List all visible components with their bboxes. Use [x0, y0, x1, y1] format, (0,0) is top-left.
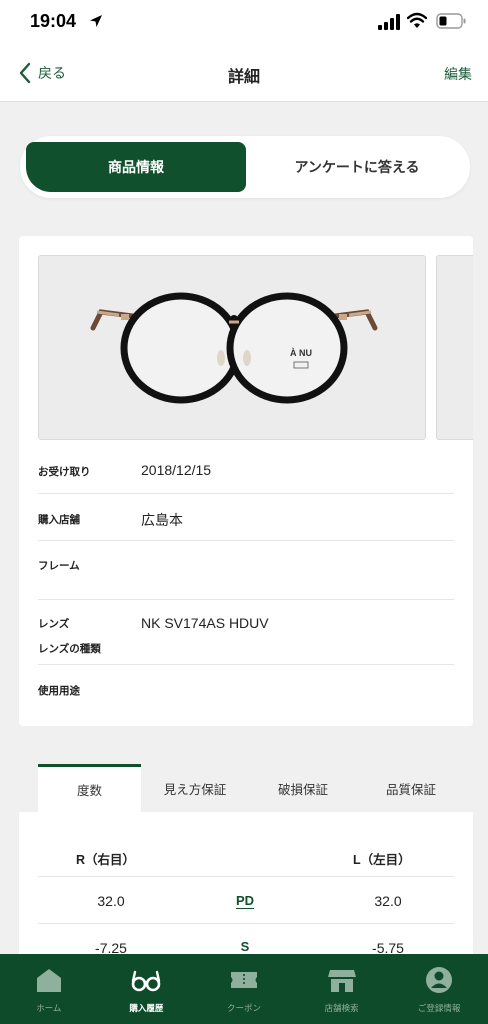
product-card: À NU お受け取り 2018/12/15 購入店舗 広島本 フレーム レンズ … [19, 236, 473, 726]
left-eye-header: L（左目） [353, 853, 411, 867]
segment-product-info[interactable]: 商品情報 [26, 142, 246, 192]
chevron-left-icon [19, 62, 31, 84]
row-label: フレーム [38, 560, 80, 572]
tab-bar-purchase-history[interactable]: 購入履歴 [98, 954, 196, 1024]
tab-damage-guarantee[interactable]: 破損保証 [249, 764, 357, 812]
glasses-icon [132, 970, 161, 992]
row-lens: レンズ NK SV174AS HDUV レンズの種類 [38, 600, 454, 665]
sphere-label: S [240, 939, 250, 954]
product-image-frame[interactable]: À NU [38, 255, 426, 440]
row-label: レンズ [38, 618, 70, 630]
next-image-frame[interactable] [436, 255, 473, 440]
tab-bar-registration[interactable]: ご登録情報 [390, 954, 488, 1024]
tab-vision-guarantee[interactable]: 見え方保証 [141, 764, 249, 812]
divider [38, 876, 454, 877]
wifi-icon [407, 12, 427, 28]
tab-bar-store-search[interactable]: 店舗検索 [293, 954, 391, 1024]
person-icon [426, 967, 453, 993]
divider [38, 923, 454, 924]
row-value: 2018/12/15 [141, 462, 212, 478]
home-icon [36, 969, 61, 992]
row-frame: フレーム [38, 541, 454, 600]
edit-button[interactable]: 編集 [444, 64, 472, 84]
bottom-tab-bar: ホーム 購入履歴 クーポン 店舗検索 ご登録情報 [0, 954, 488, 1024]
row-pickup-date: お受け取り 2018/12/15 [38, 446, 454, 494]
store-icon [327, 970, 356, 992]
tab-bar-home[interactable]: ホーム [0, 954, 98, 1024]
status-time: 19:04 [30, 11, 77, 31]
tab-bar-label: ホーム [36, 1003, 62, 1013]
right-eye-header: R（右目） [76, 853, 136, 867]
row-value: 広島本 [141, 512, 183, 528]
detail-tabs: 度数 見え方保証 破損保証 品質保証 [38, 764, 466, 812]
left-pd-value: 32.0 [374, 893, 402, 909]
tab-bar-coupon[interactable]: クーポン [195, 954, 293, 1024]
tab-bar-label: 店舗検索 [324, 1003, 359, 1013]
brand-mark: À NU [290, 348, 312, 358]
back-label: 戻る [38, 65, 66, 81]
tab-prescription[interactable]: 度数 [38, 764, 141, 812]
right-pd-value: 32.0 [97, 893, 125, 909]
row-usage: 使用用途 [38, 665, 454, 715]
row-label: お受け取り [38, 466, 91, 478]
row-label: 購入店舗 [38, 514, 80, 526]
tab-bar-label: クーポン [226, 1003, 261, 1013]
tab-bar-label: ご登録情報 [417, 1003, 461, 1013]
row-sublabel: レンズの種類 [38, 643, 101, 655]
location-arrow-icon [90, 15, 102, 27]
pd-label: PD [235, 893, 255, 908]
row-store: 購入店舗 広島本 [38, 494, 454, 541]
tab-quality-guarantee[interactable]: 品質保証 [357, 764, 465, 812]
back-button[interactable]: 戻る [18, 62, 66, 84]
page-title: 詳細 [227, 69, 260, 86]
row-label: 使用用途 [38, 685, 80, 697]
segment-survey[interactable]: アンケートに答える [250, 142, 464, 192]
navigation-bar: 戻る 詳細 編集 [0, 44, 488, 102]
row-value: NK SV174AS HDUV [141, 615, 269, 631]
tab-bar-label: 購入履歴 [129, 1003, 164, 1013]
cellular-signal-icon [378, 14, 400, 30]
prescription-card: R（右目） L（左目） 32.0 PD 32.0 -7.25 S -5.75 [19, 812, 473, 972]
ticket-icon [230, 972, 257, 988]
eyeglasses-image: À NU [90, 292, 378, 404]
segmented-control: 商品情報 アンケートに答える [20, 136, 470, 198]
battery-icon [436, 13, 466, 29]
status-bar: 19:04 [0, 0, 488, 44]
